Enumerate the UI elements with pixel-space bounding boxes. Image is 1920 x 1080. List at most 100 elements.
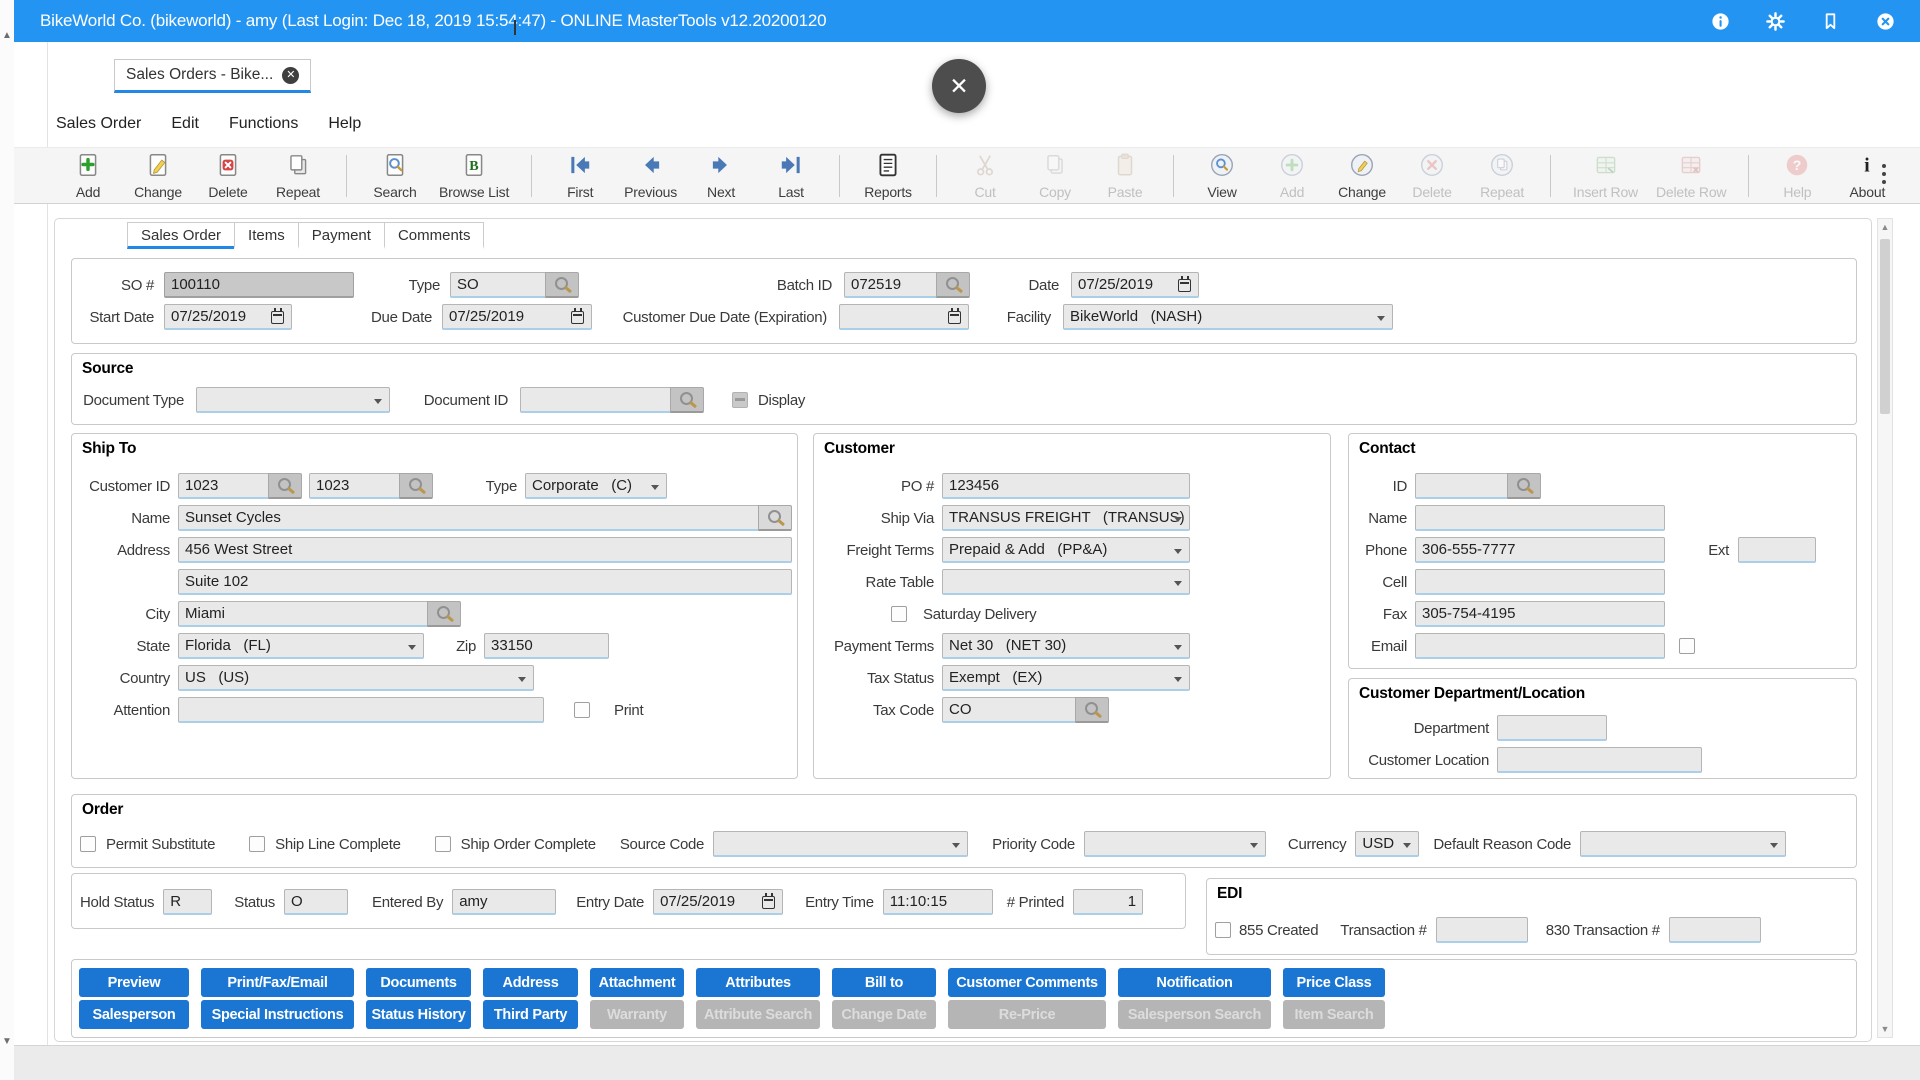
edi-855-created-checkbox[interactable] bbox=[1215, 922, 1231, 938]
action-button-notification[interactable]: Notification bbox=[1118, 968, 1271, 997]
po-number-field[interactable]: 123456 bbox=[942, 473, 1190, 499]
tax-status-select[interactable]: Exempt (EX) bbox=[942, 665, 1190, 691]
menu-help[interactable]: Help bbox=[328, 115, 361, 133]
facility-select[interactable]: BikeWorld (NASH) bbox=[1063, 304, 1393, 330]
action-button-print-fax-email[interactable]: Print/Fax/Email bbox=[201, 968, 354, 997]
toolbar-button-reports[interactable]: Reports bbox=[856, 150, 920, 202]
customer-id2-lookup-icon[interactable] bbox=[399, 473, 433, 499]
customer-id-field[interactable]: 1023 bbox=[178, 473, 268, 499]
cell-field[interactable] bbox=[1415, 569, 1665, 595]
tax-code-lookup-icon[interactable] bbox=[1075, 697, 1109, 723]
toolbar-button-add[interactable]: Add bbox=[56, 150, 120, 202]
action-button-attributes[interactable]: Attributes bbox=[696, 968, 820, 997]
status-field[interactable]: O bbox=[284, 889, 348, 915]
toolbar-button-view[interactable]: View bbox=[1190, 150, 1254, 202]
menu-functions[interactable]: Functions bbox=[229, 115, 298, 133]
entered-by-field[interactable]: amy bbox=[452, 889, 556, 915]
tab-payment[interactable]: Payment bbox=[298, 222, 385, 249]
info-icon[interactable] bbox=[1710, 11, 1731, 32]
address-line2-field[interactable]: Suite 102 bbox=[178, 569, 792, 595]
num-printed-field[interactable]: 1 bbox=[1073, 889, 1143, 915]
entry-time-field[interactable]: 11:10:15 bbox=[883, 889, 993, 915]
scroll-up-icon[interactable]: ▲ bbox=[0, 30, 14, 41]
zip-field[interactable]: 33150 bbox=[484, 633, 609, 659]
default-reason-code-select[interactable] bbox=[1580, 831, 1786, 857]
priority-code-select[interactable] bbox=[1084, 831, 1266, 857]
scroll-down-icon[interactable]: ▼ bbox=[0, 1036, 14, 1047]
toolbar-button-repeat[interactable]: Repeat bbox=[266, 150, 330, 202]
customer-id-lookup-icon[interactable] bbox=[268, 473, 302, 499]
phone-field[interactable]: 306-555-7777 bbox=[1415, 537, 1665, 563]
overflow-menu-icon[interactable] bbox=[1882, 164, 1886, 184]
calendar-icon[interactable] bbox=[1178, 279, 1191, 292]
document-id-field[interactable] bbox=[520, 387, 670, 413]
action-button-documents[interactable]: Documents bbox=[366, 968, 471, 997]
contact-id-lookup-icon[interactable] bbox=[1507, 473, 1541, 499]
saturday-delivery-checkbox[interactable] bbox=[891, 606, 907, 622]
print-checkbox[interactable] bbox=[574, 702, 590, 718]
currency-select[interactable]: USD bbox=[1355, 831, 1419, 857]
scroll-down-icon[interactable]: ▼ bbox=[1878, 1024, 1892, 1034]
tax-code-field[interactable]: CO bbox=[942, 697, 1075, 723]
start-date-field[interactable]: 07/25/2019 bbox=[164, 304, 292, 330]
ext-field[interactable] bbox=[1738, 537, 1816, 563]
calendar-icon[interactable] bbox=[271, 311, 284, 324]
toolbar-button-change-2[interactable]: Change bbox=[1330, 150, 1394, 202]
ship-to-type-select[interactable]: Corporate (C) bbox=[525, 473, 667, 499]
toolbar-button-last[interactable]: Last bbox=[759, 150, 823, 202]
toolbar-button-about[interactable]: iAbout bbox=[1835, 150, 1899, 202]
so-number-field[interactable]: 100110 bbox=[164, 272, 354, 298]
email-checkbox[interactable] bbox=[1679, 638, 1695, 654]
tab-sales-order[interactable]: Sales Order bbox=[127, 222, 235, 249]
transaction-number-field[interactable] bbox=[1436, 917, 1528, 943]
menu-edit[interactable]: Edit bbox=[171, 115, 199, 133]
due-date-field[interactable]: 07/25/2019 bbox=[442, 304, 592, 330]
close-icon[interactable] bbox=[1875, 11, 1896, 32]
ship-via-select[interactable]: TRANSUS FREIGHT (TRANSUS) bbox=[942, 505, 1190, 531]
country-select[interactable]: US (US) bbox=[178, 665, 534, 691]
ship-order-complete-checkbox[interactable] bbox=[435, 836, 451, 852]
contact-id-field[interactable] bbox=[1415, 473, 1507, 499]
action-button-address[interactable]: Address bbox=[483, 968, 578, 997]
bottom-scroll-strip[interactable] bbox=[14, 1045, 1920, 1080]
calendar-icon[interactable] bbox=[762, 896, 775, 909]
customer-location-field[interactable] bbox=[1497, 747, 1702, 773]
document-type-select[interactable] bbox=[196, 387, 390, 413]
action-button-attachment[interactable]: Attachment bbox=[590, 968, 684, 997]
type-lookup-icon[interactable] bbox=[545, 272, 579, 298]
action-button-price-class[interactable]: Price Class bbox=[1283, 968, 1385, 997]
tab-close-icon[interactable]: ✕ bbox=[282, 67, 299, 84]
action-button-special-instructions[interactable]: Special Instructions bbox=[201, 1000, 354, 1029]
content-scrollbar[interactable]: ▲ ▼ bbox=[1877, 218, 1893, 1038]
customer-id2-field[interactable]: 1023 bbox=[309, 473, 399, 499]
customer-due-date-field[interactable] bbox=[839, 304, 969, 330]
scrollbar-thumb[interactable] bbox=[1880, 239, 1890, 414]
city-lookup-icon[interactable] bbox=[427, 601, 461, 627]
freight-terms-select[interactable]: Prepaid & Add (PP&A) bbox=[942, 537, 1190, 563]
ship-line-complete-checkbox[interactable] bbox=[249, 836, 265, 852]
payment-terms-select[interactable]: Net 30 (NET 30) bbox=[942, 633, 1190, 659]
scroll-up-icon[interactable]: ▲ bbox=[1878, 222, 1892, 232]
date-field[interactable]: 07/25/2019 bbox=[1071, 272, 1199, 298]
action-button-customer-comments[interactable]: Customer Comments bbox=[948, 968, 1106, 997]
batch-id-field[interactable]: 072519 bbox=[844, 272, 936, 298]
source-code-select[interactable] bbox=[713, 831, 968, 857]
bookmark-icon[interactable] bbox=[1820, 11, 1841, 32]
window-close-button[interactable]: ✕ bbox=[932, 59, 986, 113]
action-button-bill-to[interactable]: Bill to bbox=[832, 968, 936, 997]
ship-to-name-field[interactable]: Sunset Cycles bbox=[178, 505, 758, 531]
toolbar-button-previous[interactable]: Previous bbox=[618, 150, 683, 202]
address-line1-field[interactable]: 456 West Street bbox=[178, 537, 792, 563]
action-button-salesperson[interactable]: Salesperson bbox=[79, 1000, 189, 1029]
toolbar-button-next[interactable]: Next bbox=[689, 150, 753, 202]
toolbar-button-search[interactable]: Search bbox=[363, 150, 427, 202]
transaction-830-field[interactable] bbox=[1669, 917, 1761, 943]
document-tab[interactable]: Sales Orders - Bike... ✕ bbox=[114, 59, 311, 93]
toolbar-button-browse-list[interactable]: BBrowse List bbox=[433, 150, 515, 202]
entry-date-field[interactable]: 07/25/2019 bbox=[653, 889, 783, 915]
toolbar-button-change[interactable]: Change bbox=[126, 150, 190, 202]
calendar-icon[interactable] bbox=[571, 311, 584, 324]
tab-items[interactable]: Items bbox=[234, 222, 299, 249]
ship-to-name-lookup-icon[interactable] bbox=[758, 505, 792, 531]
action-button-preview[interactable]: Preview bbox=[79, 968, 189, 997]
